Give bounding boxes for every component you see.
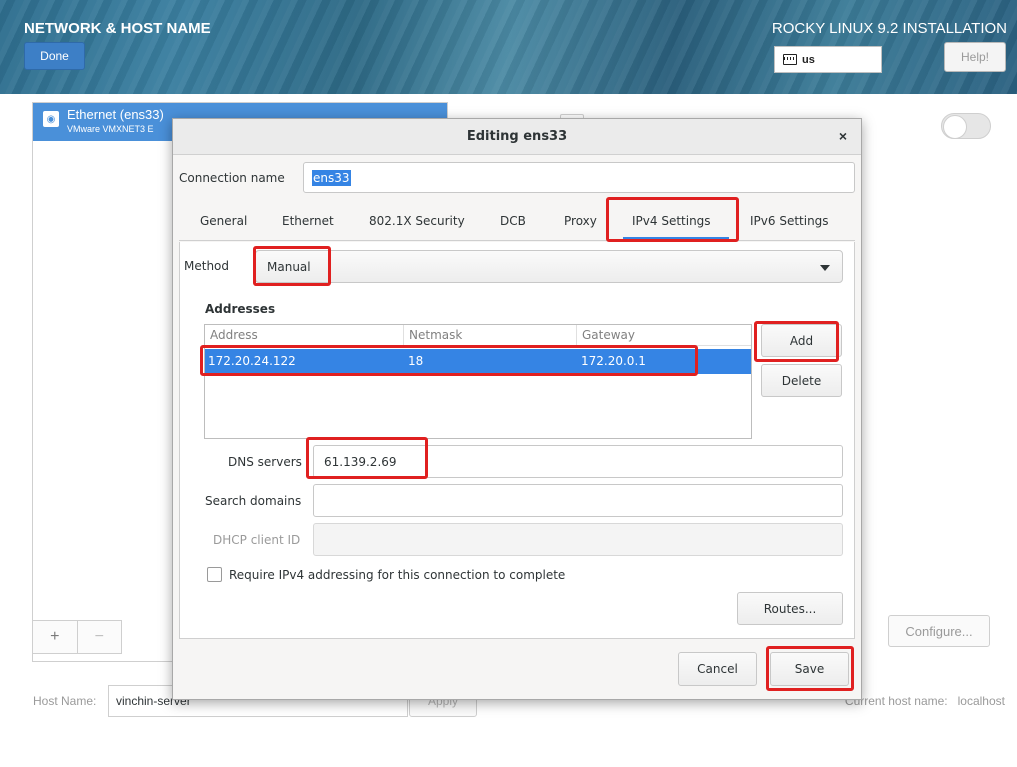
keyboard-layout-label: us [802, 53, 815, 66]
delete-address-button[interactable]: Delete [761, 364, 842, 397]
column-header-address[interactable]: Address [205, 325, 403, 346]
add-device-button[interactable]: + [33, 621, 77, 653]
table-row[interactable]: 172.20.24.122 18 172.20.0.1 [205, 349, 751, 374]
close-icon[interactable]: × [839, 128, 847, 144]
addresses-heading: Addresses [205, 302, 276, 316]
cell-address[interactable]: 172.20.24.122 [208, 354, 296, 368]
dialog-titlebar[interactable]: Editing ens33 × [173, 119, 861, 155]
settings-tabs: General Ethernet 802.1X Security DCB Pro… [179, 203, 855, 241]
installer-header: NETWORK & HOST NAME Done ROCKY LINUX 9.2… [0, 0, 1017, 94]
tab-dcb[interactable]: DCB [500, 214, 526, 228]
current-host-value: localhost [957, 694, 1005, 708]
tab-ipv6-settings[interactable]: IPv6 Settings [750, 214, 829, 228]
help-button[interactable]: Help! [944, 42, 1006, 72]
connection-name-value: ens33 [312, 169, 351, 186]
tab-ipv4-settings[interactable]: IPv4 Settings [632, 214, 711, 228]
keyboard-layout-indicator[interactable]: us [774, 46, 882, 73]
addresses-table[interactable]: Address Netmask Gateway 172.20.24.122 18… [204, 324, 752, 439]
device-name: Ethernet (ens33) [67, 107, 164, 122]
search-domains-label: Search domains [205, 494, 302, 508]
edit-connection-dialog: Editing ens33 × Connection name ens33 Ge… [172, 118, 862, 700]
dhcp-client-id-input [313, 523, 843, 556]
method-value: Manual [267, 259, 311, 274]
dropdown-arrow-icon [820, 265, 830, 271]
dns-servers-label: DNS servers [228, 455, 302, 469]
keyboard-icon [783, 54, 797, 65]
done-button[interactable]: Done [24, 42, 85, 70]
configure-button[interactable]: Configure... [888, 615, 990, 647]
connection-name-input[interactable]: ens33 [303, 162, 855, 193]
column-header-gateway[interactable]: Gateway [576, 325, 751, 346]
cell-netmask[interactable]: 18 [408, 354, 423, 368]
require-ipv4-checkbox[interactable] [207, 567, 222, 582]
column-header-netmask[interactable]: Netmask [403, 325, 576, 346]
method-label: Method [184, 259, 230, 273]
dhcp-client-id-label: DHCP client ID [213, 533, 301, 547]
save-button[interactable]: Save [770, 652, 849, 686]
device-list-toolbar: + − [32, 620, 122, 654]
tab-proxy[interactable]: Proxy [564, 214, 597, 228]
device-subtitle: VMware VMXNET3 E [67, 124, 154, 134]
method-dropdown[interactable]: Manual [255, 250, 843, 283]
dns-servers-input[interactable]: 61.139.2.69 [313, 445, 843, 478]
tab-general[interactable]: General [200, 214, 247, 228]
connection-name-label: Connection name [179, 171, 285, 185]
search-domains-input[interactable] [313, 484, 843, 517]
host-name-label: Host Name: [33, 694, 97, 708]
require-ipv4-option[interactable]: Require IPv4 addressing for this connect… [207, 567, 565, 582]
routes-button[interactable]: Routes... [737, 592, 843, 625]
tab-ethernet[interactable]: Ethernet [282, 214, 334, 228]
add-address-button[interactable]: Add [761, 324, 842, 357]
device-enable-toggle[interactable] [941, 113, 991, 139]
require-ipv4-label[interactable]: Require IPv4 addressing for this connect… [229, 568, 565, 582]
ethernet-icon: ◉ [43, 111, 59, 127]
active-tab-indicator [623, 237, 729, 240]
dialog-title: Editing ens33 [466, 129, 568, 144]
cell-gateway[interactable]: 172.20.0.1 [581, 354, 646, 368]
product-title: ROCKY LINUX 9.2 INSTALLATION [771, 20, 1007, 37]
tab-8021x-security[interactable]: 802.1X Security [369, 214, 465, 228]
current-host-name: Current host name: localhost [845, 694, 1005, 708]
spoke-title: NETWORK & HOST NAME [24, 20, 211, 37]
remove-device-button[interactable]: − [76, 621, 122, 653]
cancel-button[interactable]: Cancel [678, 652, 757, 686]
